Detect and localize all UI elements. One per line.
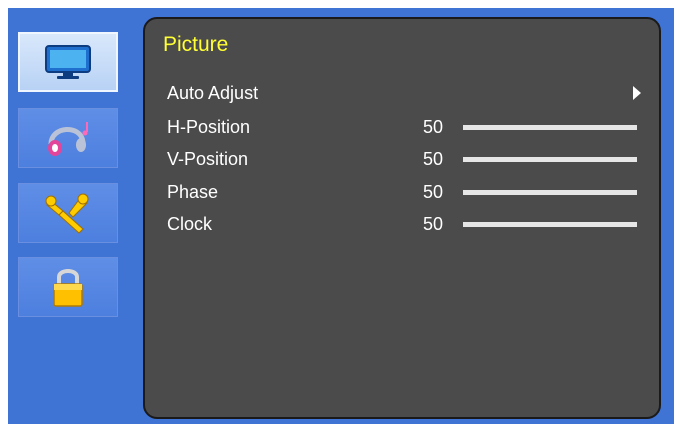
v-position-label: V-Position: [167, 149, 249, 169]
h-position-slider-fill: [463, 125, 637, 130]
v-position-value: 50: [423, 149, 444, 169]
menu-item-clock[interactable]: Clock 50: [167, 212, 637, 240]
page-title: Picture: [163, 33, 229, 56]
v-position-slider-fill: [463, 157, 637, 162]
auto-adjust-label: Auto Adjust: [167, 83, 259, 103]
sidebar-item-setup[interactable]: [18, 183, 118, 243]
monitor-icon: [45, 45, 91, 79]
menu-item-phase[interactable]: Phase 50: [167, 180, 637, 208]
sidebar-item-picture[interactable]: [18, 32, 118, 92]
sidebar-item-lock[interactable]: [18, 257, 118, 317]
h-position-value: 50: [423, 117, 444, 137]
headphones-icon: [48, 122, 88, 156]
h-position-label: H-Position: [167, 117, 251, 137]
phase-label: Phase: [167, 182, 219, 202]
phase-slider[interactable]: [463, 190, 637, 195]
h-position-slider[interactable]: [463, 125, 637, 130]
picture-panel: Picture Auto Adjust H-Position 50 V-Posi…: [143, 17, 661, 419]
tools-icon: [45, 193, 89, 234]
clock-value: 50: [423, 214, 444, 234]
v-position-slider[interactable]: [463, 157, 637, 162]
menu-item-v-position[interactable]: V-Position 50: [167, 147, 637, 175]
sidebar-item-audio[interactable]: [18, 108, 118, 168]
clock-label: Clock: [167, 214, 213, 234]
phase-value: 50: [423, 182, 444, 202]
padlock-icon: [53, 269, 83, 307]
arrow-right-icon: [633, 86, 641, 100]
clock-slider-fill: [463, 222, 637, 227]
clock-slider[interactable]: [463, 222, 637, 227]
menu-item-h-position[interactable]: H-Position 50: [167, 115, 637, 143]
menu-item-auto-adjust[interactable]: Auto Adjust: [167, 81, 641, 109]
phase-slider-fill: [463, 190, 637, 195]
